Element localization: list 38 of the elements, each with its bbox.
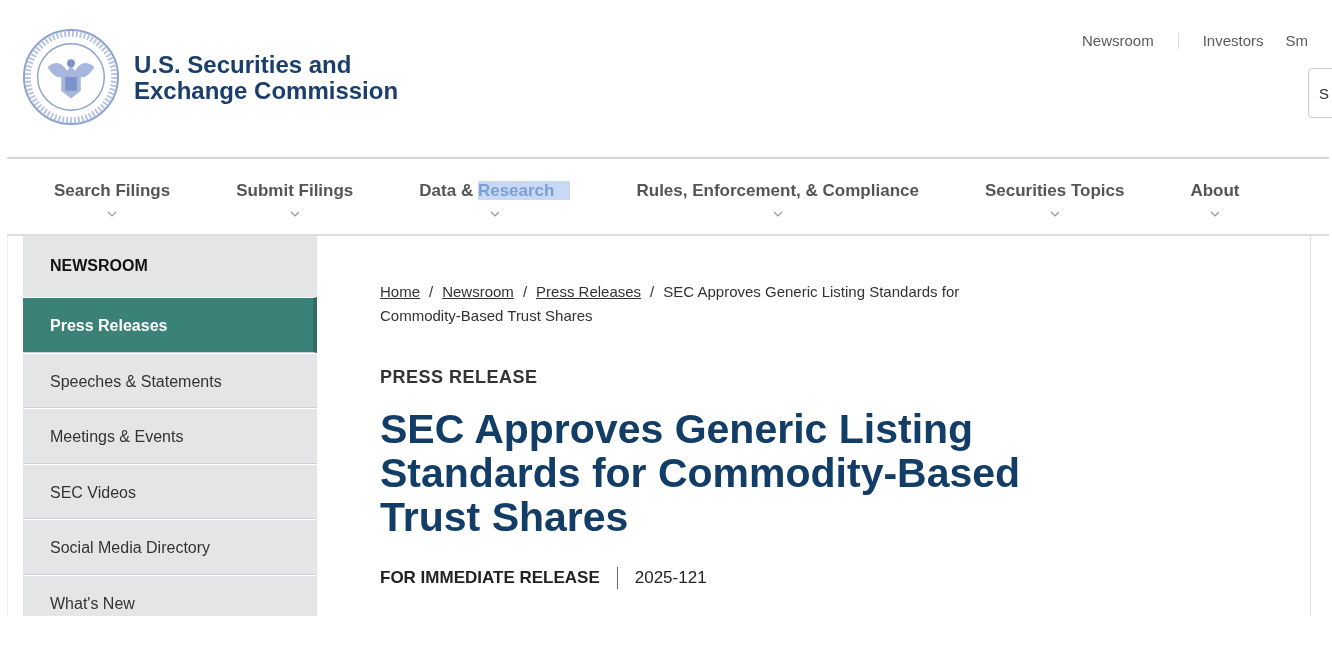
nav-menu-item[interactable]: Rules, Enforcement, & Compliance [630,159,925,234]
logo-title[interactable]: U.S. Securities and [134,52,399,78]
breadcrumb-separator: / [429,282,434,302]
nav-menu-item[interactable]: Submit Filings [230,159,360,234]
article-title: SEC Approves Generic Listing Standards for Commodity-Based Trust Shares [380,407,1022,539]
chevron-down-icon [489,210,500,217]
utility-link[interactable]: Newsroom [1082,30,1154,53]
utility-link[interactable]: Sm [1285,30,1309,53]
sidebar-item[interactable]: Speeches & Statements [23,352,317,408]
breadcrumb-separator: / [522,282,528,302]
breadcrumb-current: Commodity-Based Trust Shares [380,307,593,324]
sidebar-heading: NEWSROOM [49,256,149,276]
nav-menu-item[interactable]: Search Filings [48,159,177,234]
chevron-down-icon [1210,210,1220,217]
sidebar-item[interactable]: Social Media Directory [23,519,317,575]
breadcrumb-link[interactable]: Home [380,280,420,304]
breadcrumb-current: SEC Approves Generic Listing Standards for [663,282,960,302]
sidebar-item[interactable]: What's New [23,574,317,616]
sidebar-item[interactable]: SEC Videos [23,463,317,519]
nav-menu-item[interactable]: About [1184,159,1246,234]
seal-logo[interactable] [22,28,120,126]
chevron-down-icon [772,210,783,217]
breadcrumb-link[interactable]: Newsroom [442,280,514,304]
breadcrumb-separator: / [650,282,655,302]
sidebar-item[interactable]: Meetings & Events [23,408,317,464]
nav-menu-item[interactable]: Securities Topics [978,159,1131,234]
article-type: PRESS RELEASE [380,366,539,389]
breadcrumb-link[interactable]: Press Releases [536,280,642,304]
utility-link[interactable]: Investors [1202,30,1264,53]
nav-menu-item[interactable]: Data & Research [413,159,577,234]
chevron-down-icon [1049,210,1060,217]
release-label: FOR IMMEDIATE RELEASE [380,567,600,589]
sidebar-item[interactable]: Press Releases [23,297,317,353]
logo-title[interactable]: Exchange Commission [134,78,399,104]
chevron-down-icon [289,210,300,217]
chevron-down-icon [107,210,118,217]
release-number: 2025-121 [634,567,707,589]
search-field[interactable]: S [1308,68,1332,118]
